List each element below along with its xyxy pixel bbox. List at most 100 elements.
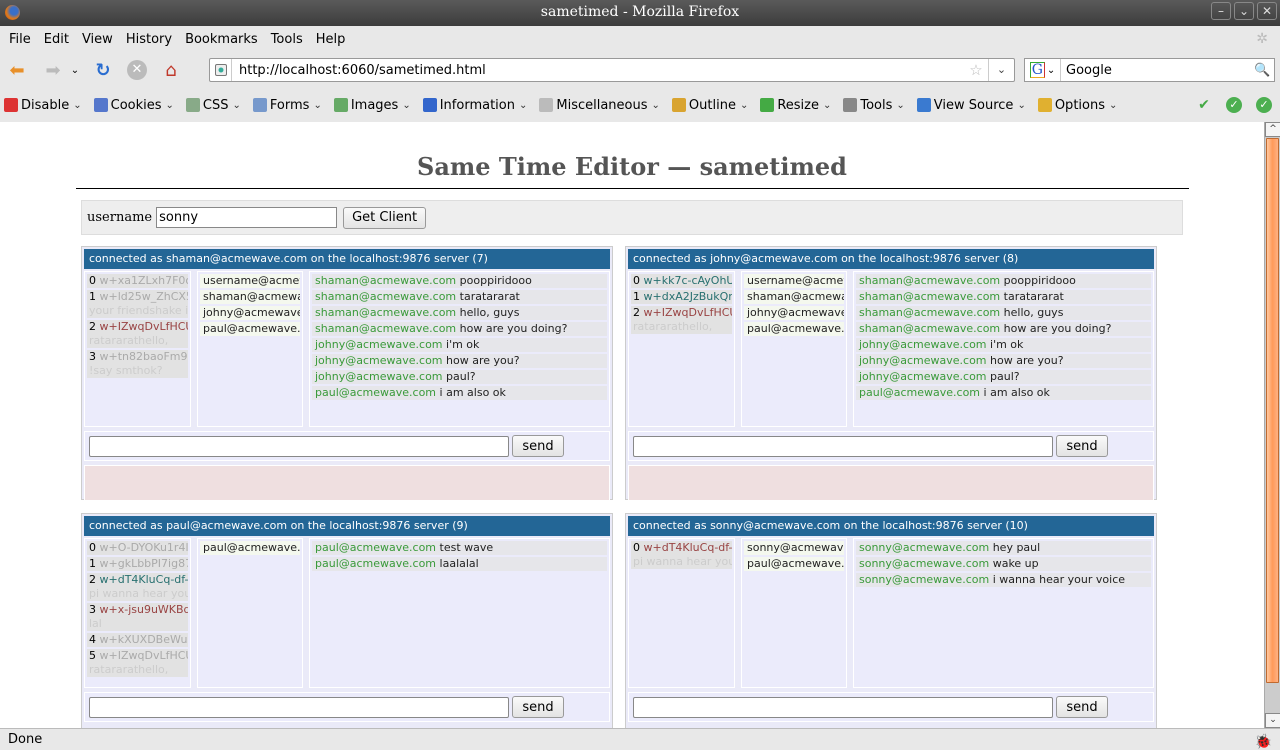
username-input[interactable] <box>156 207 338 228</box>
wavelet-entry[interactable]: 1 w+dxA2JzBukQrO <box>631 290 732 304</box>
participant-item[interactable]: shaman@acmewave.com <box>200 290 300 304</box>
minimize-button[interactable]: – <box>1211 2 1231 20</box>
site-identity-icon[interactable] <box>210 59 232 81</box>
wavelet-entry[interactable]: 3 w+tn82baoFm9bN!say smthok? <box>87 350 188 378</box>
participant-item[interactable]: johny@acmewave.com <box>200 306 300 320</box>
devtoolbar-images-menu[interactable]: Images ⌄ <box>333 98 411 113</box>
participant-item[interactable]: sonny@acmewave.com <box>744 541 844 555</box>
menu-edit[interactable]: Edit <box>39 32 74 47</box>
images-icon <box>333 98 348 112</box>
message-input[interactable] <box>633 696 1053 718</box>
forward-button[interactable]: ➡ <box>42 59 64 81</box>
wavelet-entry[interactable]: 2 w+IZwqDvLfHCUI ratararathello, <box>631 306 732 334</box>
message-input[interactable] <box>633 435 1053 457</box>
menu-view[interactable]: View <box>77 32 118 47</box>
participant-item[interactable]: username@acmewave.com <box>200 274 300 288</box>
wavelet-entry[interactable]: 1 w+gkLbbPI7ig87 <box>87 557 188 571</box>
css-valid-icon[interactable]: ✓ <box>1226 97 1242 113</box>
wavelet-id: w+O-DYOKu1r4l- <box>99 541 189 554</box>
devtoolbar-options-menu[interactable]: Options ⌄ <box>1037 98 1118 113</box>
home-button[interactable]: ⌂ <box>160 59 182 81</box>
participant-item[interactable]: paul@acmewave.com <box>200 322 300 336</box>
devtoolbar-css-menu[interactable]: CSS ⌄ <box>185 97 241 113</box>
devtoolbar-label: CSS <box>202 97 229 113</box>
wavelet-entry[interactable]: 0 w+kk7c-cAyOhUN <box>631 274 732 288</box>
menu-help[interactable]: Help <box>311 32 351 47</box>
menu-tools[interactable]: Tools <box>266 32 308 47</box>
chevron-down-icon: ⌄ <box>1109 99 1118 111</box>
wavelet-list: 0 w+xa1ZLxh7F0o2 1 w+ld25w_ZhCX5Syour fri… <box>84 271 191 427</box>
devtoolbar-miscellaneous-menu[interactable]: Miscellaneous ⌄ <box>539 98 660 113</box>
back-button[interactable]: ⬅ <box>6 59 28 81</box>
message-item: johny@acmewave.com i'm ok <box>856 338 1151 352</box>
stop-button[interactable]: ✕ <box>126 59 148 81</box>
send-button[interactable]: send <box>1056 696 1108 718</box>
message-input[interactable] <box>89 696 509 718</box>
js-valid-icon[interactable]: ✓ <box>1256 97 1272 113</box>
wavelet-entry[interactable]: 2 w+IZwqDvLfHCUI ratararathello, <box>87 320 188 348</box>
scroll-up-button[interactable]: ^ <box>1265 122 1280 137</box>
participant-item[interactable]: johny@acmewave.com <box>744 306 844 320</box>
wavelet-entry[interactable]: 2 w+dT4KluCq-df-pi wanna hear your <box>87 573 188 601</box>
wavelet-entry[interactable]: 0 w+xa1ZLxh7F0o2 <box>87 274 188 288</box>
url-bar[interactable]: http://localhost:6060/sametimed.html ☆ ⌄ <box>209 58 1015 82</box>
scrollbar-thumb[interactable] <box>1266 138 1279 683</box>
participant-item[interactable]: paul@acmewave.com <box>744 557 844 571</box>
participant-item[interactable]: paul@acmewave.com <box>200 541 300 555</box>
wavelet-preview: your friendshake it <box>89 304 188 317</box>
url-input[interactable]: http://localhost:6060/sametimed.html <box>232 63 964 78</box>
forms-icon <box>252 98 267 112</box>
view-source-icon <box>916 98 931 112</box>
maximize-button[interactable]: ⌄ <box>1234 2 1254 20</box>
vertical-scrollbar[interactable]: ^ ⌄ <box>1264 122 1280 728</box>
messages-list: sonny@acmewave.com hey paul sonny@acmewav… <box>853 538 1154 688</box>
devtoolbar-disable-menu[interactable]: Disable ⌄ <box>4 98 82 113</box>
wavelet-entry[interactable]: 1 w+ld25w_ZhCX5Syour friendshake it <box>87 290 188 318</box>
menu-history[interactable]: History <box>121 32 177 47</box>
wavelet-entry[interactable]: 5 w+IZwqDvLfHCUI ratararathello, <box>87 649 188 677</box>
devtoolbar-resize-menu[interactable]: Resize ⌄ <box>760 98 831 113</box>
page-title: Same Time Editor — sametimed <box>417 152 847 181</box>
message-text: how are you? <box>446 354 520 367</box>
client-panel: connected as shaman@acmewave.com on the … <box>81 246 613 501</box>
search-engine-selector[interactable]: G ⌄ <box>1025 59 1061 81</box>
send-button[interactable]: send <box>1056 435 1108 457</box>
compose-row: send <box>84 692 610 722</box>
bookmark-star-icon[interactable]: ☆ <box>964 61 988 79</box>
wavelet-entry[interactable]: 4 w+kXUXDBeWuwH <box>87 633 188 647</box>
message-author: shaman@acmewave.com <box>859 322 1001 335</box>
close-button[interactable]: ✕ <box>1257 2 1277 20</box>
devtoolbar-outline-menu[interactable]: Outline ⌄ <box>671 98 748 113</box>
get-client-button[interactable]: Get Client <box>343 206 427 229</box>
devtoolbar-forms-menu[interactable]: Forms ⌄ <box>252 98 322 113</box>
send-button[interactable]: send <box>512 696 564 718</box>
window-titlebar: sametimed - Mozilla Firefox – ⌄ ✕ <box>0 0 1280 26</box>
wavelet-entry[interactable]: 0 w+O-DYOKu1r4l- <box>87 541 188 555</box>
reload-button[interactable]: ↻ <box>92 59 114 81</box>
navigation-toolbar: ⬅ ➡ ⌄ ↻ ✕ ⌂ http://localhost:6060/sameti… <box>0 52 1280 88</box>
devtoolbar-cookies-menu[interactable]: Cookies ⌄ <box>93 98 174 113</box>
menu-bookmarks[interactable]: Bookmarks <box>180 32 263 47</box>
search-bar[interactable]: G ⌄ Google 🔍 <box>1024 58 1275 82</box>
message-input[interactable] <box>89 435 509 457</box>
devtoolbar-information-menu[interactable]: Information ⌄ <box>422 98 527 113</box>
search-input[interactable]: Google <box>1061 63 1254 78</box>
message-text: how are you doing? <box>1003 322 1112 335</box>
wavelet-entry[interactable]: 3 w+x-jsu9uWKBqmlal <box>87 603 188 631</box>
wavelet-index: 2 <box>89 320 96 333</box>
devtoolbar-tools-menu[interactable]: Tools ⌄ <box>843 98 905 113</box>
search-icon[interactable]: 🔍 <box>1254 63 1274 78</box>
scroll-down-button[interactable]: ⌄ <box>1265 713 1280 728</box>
message-item: johny@acmewave.com how are you? <box>312 354 607 368</box>
participant-item[interactable]: shaman@acmewave.com <box>744 290 844 304</box>
menu-file[interactable]: File <box>4 32 36 47</box>
message-item: shaman@acmewave.com how are you doing? <box>856 322 1151 336</box>
history-dropdown-button[interactable]: ⌄ <box>68 59 82 81</box>
checkmark-icon[interactable]: ✔ <box>1196 97 1212 113</box>
participant-item[interactable]: paul@acmewave.com <box>744 322 844 336</box>
url-dropdown-button[interactable]: ⌄ <box>988 59 1014 81</box>
send-button[interactable]: send <box>512 435 564 457</box>
wavelet-entry[interactable]: 0 w+dT4KluCq-df-pi wanna hear your <box>631 541 732 569</box>
participant-item[interactable]: username@acmewave.com <box>744 274 844 288</box>
devtoolbar-view-source-menu[interactable]: View Source ⌄ <box>916 98 1026 113</box>
